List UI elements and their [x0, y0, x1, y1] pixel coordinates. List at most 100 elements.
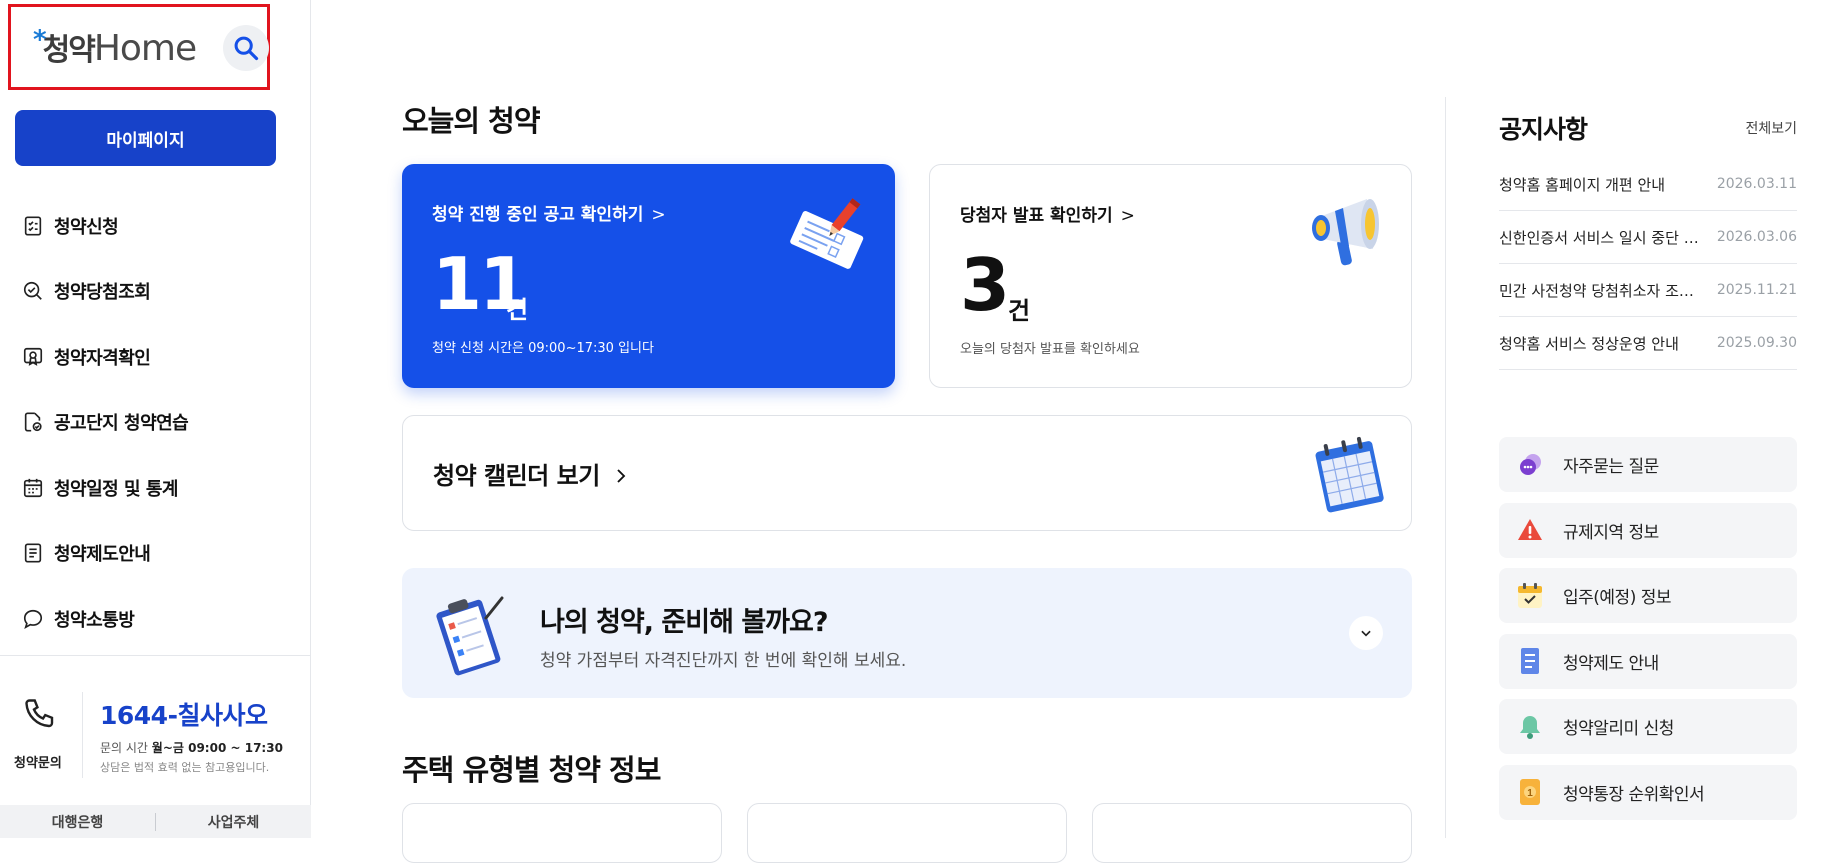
calendar-check-icon — [1515, 581, 1545, 611]
site-logo[interactable]: * 청약 Home — [33, 25, 197, 73]
warning-triangle-icon — [1515, 515, 1545, 545]
quick-link-move-in[interactable]: 입주(예정) 정보 — [1499, 568, 1797, 623]
logo-text-en: Home — [93, 28, 197, 69]
tab-agent-bank[interactable]: 대행은행 — [0, 812, 155, 832]
sidebar-item-winner-check[interactable]: 청약당첨조회 — [20, 259, 300, 325]
contact-phone-number[interactable]: 1644-칠사사오 — [100, 696, 268, 732]
notice-list: 청약홈 홈페이지 개편 안내 2026.03.11 신한인증서 서비스 일시 중… — [1499, 158, 1797, 370]
quick-link-rank-certificate[interactable]: 1 청약통장 순위확인서 — [1499, 764, 1797, 820]
calendar-card[interactable]: 청약 캘린더 보기 — [402, 415, 1412, 531]
sidebar-item-label: 청약자격확인 — [54, 347, 151, 369]
sidebar-item-label: 청약일정 및 통계 — [54, 478, 178, 500]
calendar-icon — [20, 475, 46, 501]
quick-link-system-guide[interactable]: 청약제도 안내 — [1499, 633, 1797, 689]
contact-note: 상담은 법적 효력 없는 참고용입니다. — [100, 761, 270, 774]
sidebar-menu: 청약신청 청약당첨조회 청약자격확인 공고단지 청약연습 청약일정 및 통계 청… — [20, 193, 300, 652]
quick-link-alert-subscription[interactable]: 청약알리미 신청 — [1499, 699, 1797, 754]
notice-item-date: 2026.03.11 — [1716, 176, 1797, 192]
search-button[interactable] — [223, 25, 269, 71]
notice-item-title: 청약홈 홈페이지 개편 안내 — [1499, 175, 1666, 194]
practice-doc-icon — [20, 409, 46, 435]
sidebar-item-practice[interactable]: 공고단지 청약연습 — [20, 390, 300, 456]
notice-item-title: 신한인증서 서비스 일시 중단 안내 — [1499, 228, 1704, 247]
notice-title: 공지사항 — [1499, 115, 1588, 144]
calendar-illustration-icon — [1315, 436, 1384, 513]
housing-type-card[interactable] — [747, 803, 1067, 863]
contact-label: 청약문의 — [14, 756, 62, 771]
preparation-banner-subtitle: 청약 가점부터 자격진단까지 한 번에 확인해 보세요. — [540, 651, 907, 671]
chevron-right-icon — [616, 469, 625, 483]
housing-type-card[interactable] — [402, 803, 722, 863]
notice-item-date: 2025.11.21 — [1716, 282, 1797, 298]
chevron-down-icon — [1361, 630, 1371, 637]
chevron-right-icon: > — [651, 205, 666, 225]
quick-links: 자주묻는 질문 규제지역 정보 입주(예정) 정보 청약제도 안내 청약알리미 … — [1499, 437, 1797, 830]
calendar-card-label-row: 청약 캘린더 보기 — [433, 456, 630, 491]
today-section-title: 오늘의 청약 — [402, 104, 540, 138]
sidebar: * 청약 Home 마이페이지 청약신청 청약당첨조회 청약자격확인 공고단지 … — [0, 0, 311, 838]
ongoing-announcements-card[interactable]: 청약 진행 중인 공고 확인하기 > 11 건 청약 신청 시간은 09:00~1… — [402, 164, 895, 388]
application-form-pencil-icon — [790, 198, 864, 269]
housing-type-card[interactable] — [1092, 803, 1412, 863]
quick-link-label: 청약통장 순위확인서 — [1563, 784, 1705, 805]
sidebar-item-label: 청약신청 — [54, 216, 119, 238]
sidebar-item-apply[interactable]: 청약신청 — [20, 193, 300, 259]
bottom-tabs: 대행은행 사업주체 — [0, 805, 311, 838]
sidebar-item-label: 청약제도안내 — [54, 544, 151, 566]
chat-bubble-icon — [20, 606, 46, 632]
quick-link-label: 규제지역 정보 — [1563, 522, 1659, 543]
notice-item[interactable]: 청약홈 서비스 정상운영 안내 2025.09.30 — [1499, 317, 1797, 370]
chevron-right-icon: > — [1120, 206, 1135, 226]
sidebar-item-label: 공고단지 청약연습 — [54, 413, 189, 435]
logo-text-ko: 청약 — [42, 33, 96, 68]
winners-card-title-row: 당첨자 발표 확인하기 > — [960, 201, 1135, 226]
notice-view-all-link[interactable]: 전체보기 — [1745, 118, 1797, 138]
expand-toggle-button[interactable] — [1349, 616, 1383, 650]
ongoing-card-title: 청약 진행 중인 공고 확인하기 — [432, 205, 644, 225]
quick-link-label: 청약제도 안내 — [1563, 653, 1659, 674]
quick-link-label: 청약알리미 신청 — [1563, 719, 1674, 739]
notice-item-title: 민간 사전청약 당첨취소자 조치 안내 — [1499, 281, 1704, 300]
contact-panel: 청약문의 1644-칠사사오 문의 시간 월~금 09:00 ~ 17:30 상… — [0, 655, 311, 803]
megaphone-icon — [1312, 199, 1379, 266]
winners-card-subtext: 오늘의 당첨자 발표를 확인하세요 — [960, 342, 1140, 357]
housing-types-section-title: 주택 유형별 청약 정보 — [402, 753, 661, 787]
faq-bubble-icon — [1515, 450, 1545, 480]
winners-announcement-card[interactable]: 당첨자 발표 확인하기 > 3 건 오늘의 당첨자 발표를 확인하세요 — [929, 164, 1412, 388]
sidebar-item-label: 청약당첨조회 — [54, 282, 151, 304]
notice-item-title: 청약홈 서비스 정상운영 안내 — [1499, 334, 1679, 353]
ongoing-card-title-row: 청약 진행 중인 공고 확인하기 > — [432, 200, 666, 225]
notice-item[interactable]: 신한인증서 서비스 일시 중단 안내 2026.03.06 — [1499, 211, 1797, 264]
winners-count-unit: 건 — [1008, 297, 1031, 325]
logo-highlight-box: * 청약 Home — [8, 4, 270, 90]
checklist-icon — [20, 213, 46, 239]
preparation-banner-title: 나의 청약, 준비해 볼까요? — [540, 607, 829, 638]
phone-icon — [22, 696, 58, 736]
svg-text:1: 1 — [1527, 788, 1533, 799]
ongoing-card-subtext: 청약 신청 시간은 09:00~17:30 입니다 — [432, 341, 654, 356]
sidebar-item-schedule-stats[interactable]: 청약일정 및 통계 — [20, 455, 300, 521]
notice-item[interactable]: 청약홈 홈페이지 개편 안내 2026.03.11 — [1499, 158, 1797, 211]
sidebar-item-label: 청약소통방 — [54, 609, 135, 631]
tab-business-entity[interactable]: 사업주체 — [156, 812, 311, 832]
contact-hours-value: 월~금 09:00 ~ 17:30 — [151, 741, 283, 755]
quick-link-faq[interactable]: 자주묻는 질문 — [1499, 437, 1797, 492]
sidebar-item-eligibility[interactable]: 청약자격확인 — [20, 324, 300, 390]
contact-divider — [82, 692, 83, 778]
logo-star: * — [33, 25, 47, 55]
rank-certificate-icon: 1 — [1515, 777, 1545, 807]
search-check-icon — [20, 278, 46, 304]
notice-item-date: 2025.09.30 — [1716, 335, 1797, 351]
sidebar-item-community[interactable]: 청약소통방 — [20, 586, 300, 652]
preparation-banner[interactable]: 나의 청약, 준비해 볼까요? 청약 가점부터 자격진단까지 한 번에 확인해 … — [402, 568, 1412, 698]
mypage-button[interactable]: 마이페이지 — [15, 110, 276, 166]
winners-count: 3 — [960, 243, 1010, 327]
clipboard-checklist-icon — [436, 596, 504, 676]
contact-hours-prefix: 문의 시간 — [100, 741, 152, 755]
notice-item[interactable]: 민간 사전청약 당첨취소자 조치 안내 2025.11.21 — [1499, 264, 1797, 317]
certificate-icon — [20, 344, 46, 370]
quick-link-label: 자주묻는 질문 — [1563, 457, 1659, 477]
notice-item-date: 2026.03.06 — [1716, 229, 1797, 245]
quick-link-regulated-areas[interactable]: 규제지역 정보 — [1499, 502, 1797, 558]
sidebar-item-system-guide[interactable]: 청약제도안내 — [20, 521, 300, 587]
